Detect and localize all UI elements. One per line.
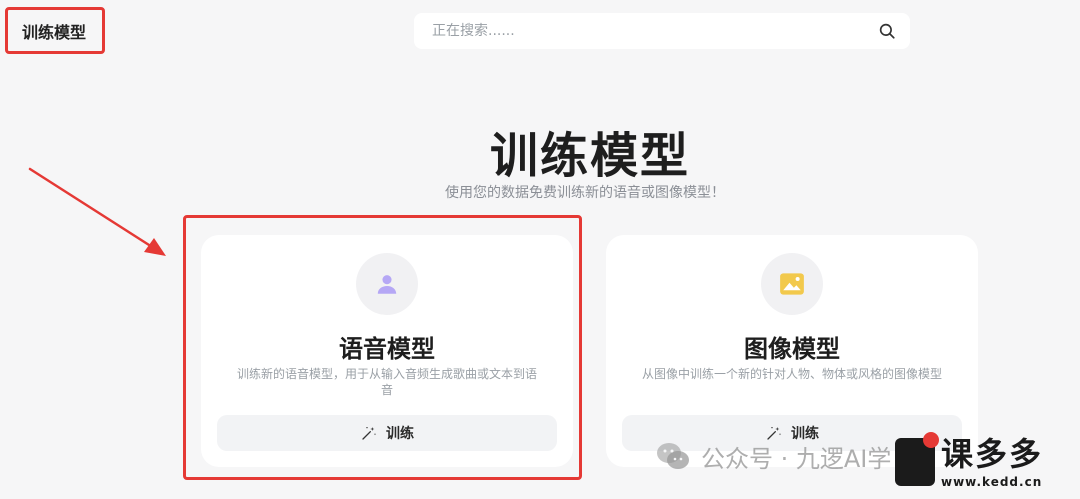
logo-mark-icon [895,432,939,486]
train-voice-label: 训练 [386,426,414,442]
watermark-text: 公众号 · 九逻AI学 [701,444,892,473]
user-icon [356,253,418,315]
search-input[interactable] [430,22,876,40]
image-model-title: 图像模型 [744,335,840,363]
logo-url: www.kedd.cn [941,475,1043,489]
image-model-description: 从图像中训练一个新的针对人物、物体或风格的图像模型 [641,367,942,381]
voice-model-card[interactable]: 语音模型 训练新的语音模型，用于从输入音频生成歌曲或文本到语音 训练 [201,235,573,467]
train-voice-button[interactable]: 训练 [217,415,557,451]
image-icon [761,253,823,315]
logo-text: 课多多 [941,435,1044,473]
voice-model-description: 训练新的语音模型，用于从输入音频生成歌曲或文本到语音 [236,367,537,397]
page-label: 训练模型 [5,7,105,54]
logo-text-block: 课多多 www.kedd.cn [941,438,1043,488]
site-logo: 课多多 www.kedd.cn [895,432,1043,488]
watermark: 公众号 · 九逻AI学 [655,436,891,476]
search-bar[interactable] [414,13,910,49]
voice-model-title: 语音模型 [339,335,435,363]
search-icon[interactable] [876,20,898,42]
page-label-text: 训练模型 [22,22,87,42]
wechat-icon [657,443,689,469]
image-model-card[interactable]: 图像模型 从图像中训练一个新的针对人物、物体或风格的图像模型 训练 [606,235,978,467]
annotation-arrow-icon [28,167,166,256]
magic-wand-icon [360,424,378,442]
